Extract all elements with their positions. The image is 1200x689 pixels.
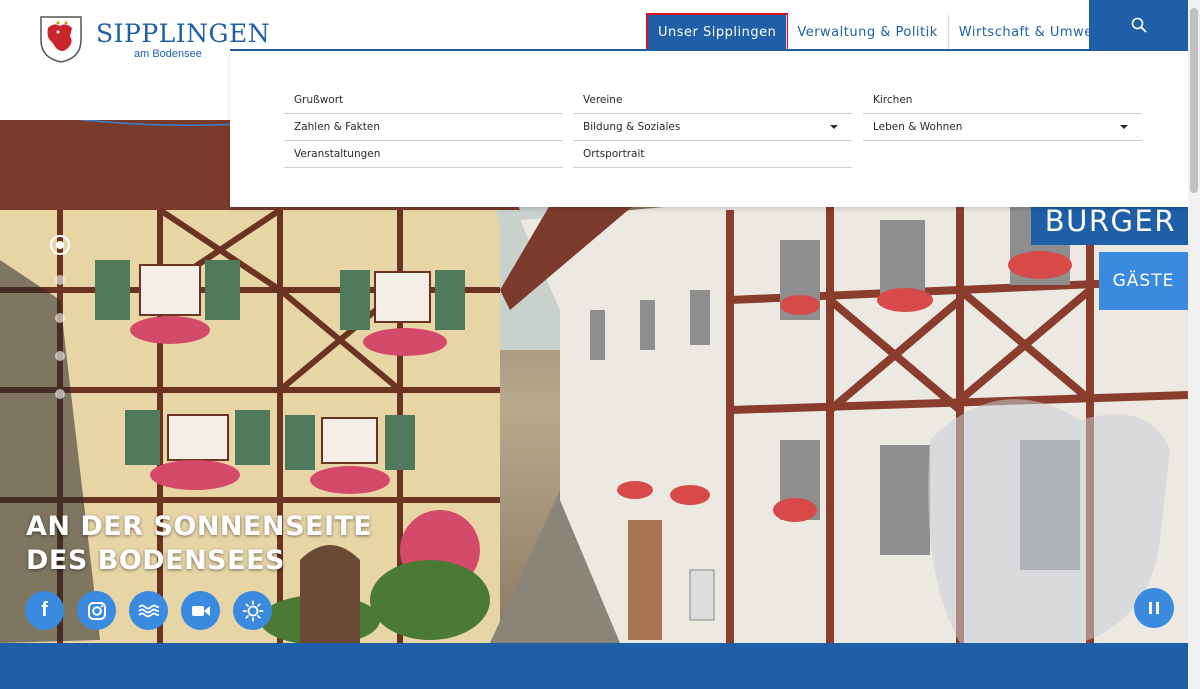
pause-icon <box>1149 602 1152 614</box>
weather-sun-icon <box>242 600 263 621</box>
instagram-button[interactable] <box>77 591 116 630</box>
menu-item-veranstaltungen[interactable]: Veranstaltungen <box>284 141 563 168</box>
webcam-button[interactable] <box>181 591 220 630</box>
slide-dot-1[interactable] <box>50 235 70 255</box>
menu-item-leben-wohnen[interactable]: Leben & Wohnen <box>863 114 1142 141</box>
waves-button[interactable] <box>129 591 168 630</box>
facebook-icon: f <box>41 599 48 621</box>
chevron-down-icon[interactable] <box>830 125 838 129</box>
nav-item-wirtschaft-umwelt[interactable]: Wirtschaft & Umwelt <box>947 15 1113 50</box>
instagram-icon <box>87 601 106 620</box>
menu-item-grusswort[interactable]: Grußwort <box>284 87 563 114</box>
mega-menu-unser-sipplingen: Grußwort Zahlen & Fakten Veranstaltungen… <box>230 51 1188 207</box>
hero-title-line-2: DES BODENSEES <box>26 545 285 576</box>
gaeste-button[interactable]: GÄSTE <box>1099 252 1188 310</box>
slide-dot-5[interactable] <box>55 389 65 399</box>
menu-item-bildung-soziales[interactable]: Bildung & Soziales <box>573 114 852 141</box>
mega-menu-column-1: Grußwort Zahlen & Fakten Veranstaltungen <box>284 87 563 168</box>
nav-item-verwaltung-politik[interactable]: Verwaltung & Politik <box>786 15 947 50</box>
slide-dot-4[interactable] <box>55 351 65 361</box>
logo-title: SIPPLINGEN <box>96 19 271 48</box>
mega-menu-column-3: Kirchen Leben & Wohnen <box>863 87 1142 141</box>
social-links: f <box>25 591 272 630</box>
menu-item-ortsportrait[interactable]: Ortsportrait <box>573 141 852 168</box>
menu-item-zahlen-fakten[interactable]: Zahlen & Fakten <box>284 114 563 141</box>
hero-title: AN DER SONNENSEITE DES BODENSEES <box>26 510 372 578</box>
hero-title-line-1: AN DER SONNENSEITE <box>26 511 373 542</box>
nav-item-unser-sipplingen[interactable]: Unser Sipplingen <box>645 13 789 52</box>
slide-dot-2[interactable] <box>55 275 65 285</box>
page-scrollbar[interactable] <box>1188 0 1200 689</box>
slide-indicators <box>48 235 72 427</box>
search-button[interactable] <box>1089 0 1188 50</box>
main-nav: Unser Sipplingen Verwaltung & Politik Wi… <box>645 13 1113 52</box>
scrollbar-thumb[interactable] <box>1190 8 1198 193</box>
waves-icon <box>137 604 159 617</box>
menu-item-kirchen[interactable]: Kirchen <box>863 87 1142 114</box>
content-band <box>0 643 1188 689</box>
weather-button[interactable] <box>233 591 272 630</box>
webcam-icon <box>191 605 210 616</box>
slide-dot-3[interactable] <box>55 313 65 323</box>
menu-item-vereine[interactable]: Vereine <box>573 87 852 114</box>
chevron-down-icon[interactable] <box>1120 125 1128 129</box>
mega-menu-column-2: Vereine Bildung & Soziales Ortsportrait <box>573 87 852 168</box>
coat-of-arms-icon <box>40 16 82 63</box>
slider-pause-button[interactable] <box>1134 588 1174 628</box>
facebook-button[interactable]: f <box>25 591 64 630</box>
search-icon <box>1131 17 1146 33</box>
